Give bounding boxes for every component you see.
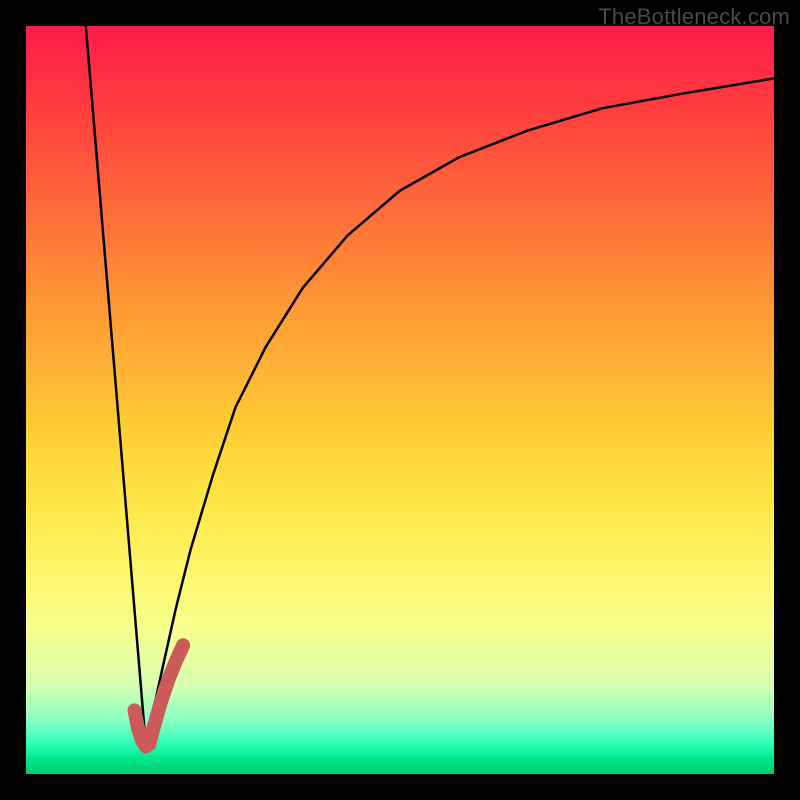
attribution-watermark: TheBottleneck.com <box>598 4 790 30</box>
curve-layer <box>26 26 774 774</box>
series-right-branch <box>146 78 774 744</box>
plot-area <box>26 26 774 774</box>
series-left-branch <box>86 26 146 744</box>
chart-frame: TheBottleneck.com <box>0 0 800 800</box>
